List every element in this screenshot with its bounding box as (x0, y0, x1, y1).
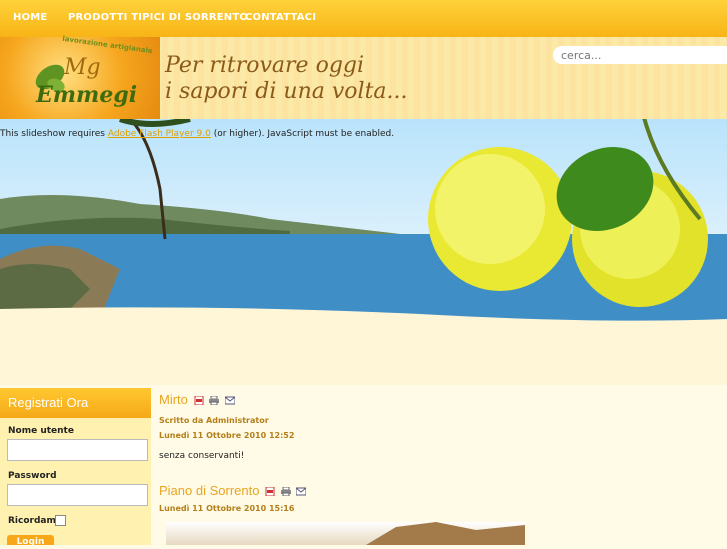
logo-mg: Mg (64, 55, 101, 80)
article-2: Piano di Sorrento (159, 483, 307, 498)
flash-notice: This slideshow requires Adobe Flash Play… (0, 129, 394, 139)
pdf-icon[interactable] (194, 396, 204, 405)
article-author: Scritto da Administrator (159, 416, 269, 425)
remember-label: Ricordami (8, 516, 59, 526)
top-navigation: HOME PRODOTTI TIPICI DI SORRENTO CONTATT… (0, 0, 727, 37)
nav-contattaci[interactable]: CONTATTACI (245, 12, 316, 23)
login-sidebar: Registrati Ora Nome utente Password Rico… (0, 388, 151, 547)
article-body: senza conservanti! (159, 451, 245, 461)
nav-prodotti[interactable]: PRODOTTI TIPICI DI SORRENTO (68, 12, 248, 23)
username-field[interactable] (7, 439, 148, 461)
banner-slideshow: This slideshow requires Adobe Flash Play… (0, 119, 727, 385)
flash-player-link[interactable]: Adobe Flash Player 9.0 (108, 129, 211, 139)
article-image (166, 522, 525, 545)
flash-notice-prefix: This slideshow requires (0, 129, 108, 139)
email-icon[interactable] (224, 396, 235, 405)
pdf-icon[interactable] (265, 487, 275, 496)
tagline-line-2: i sapori di una volta... (165, 79, 408, 104)
article-image-scenery (366, 522, 525, 545)
print-icon[interactable] (280, 487, 291, 496)
login-title: Registrati Ora (0, 388, 151, 418)
banner-scenery (0, 119, 727, 385)
logo-emmegi[interactable]: Emmegi (36, 82, 137, 108)
article-title[interactable]: Mirto (159, 392, 188, 407)
article-date: Lunedì 11 Ottobre 2010 12:52 (159, 431, 295, 440)
article-title[interactable]: Piano di Sorrento (159, 483, 259, 498)
tagline-line-1: Per ritrovare oggi (165, 53, 365, 78)
flash-notice-suffix: (or higher). JavaScript must be enabled. (210, 129, 395, 139)
email-icon[interactable] (296, 487, 307, 496)
nav-home[interactable]: HOME (13, 12, 47, 23)
password-field[interactable] (7, 484, 148, 506)
remember-checkbox[interactable] (55, 515, 66, 526)
login-button[interactable]: Login (7, 535, 54, 547)
username-label: Nome utente (8, 426, 74, 436)
article-date: Lunedì 11 Ottobre 2010 15:16 (159, 504, 295, 513)
article-1: Mirto (159, 392, 235, 407)
site-header: lavorazione artigianale Mg Emmegi Per ri… (0, 35, 727, 119)
main-content: Mirto Scritto da Administrator Lunedì 11… (159, 388, 719, 545)
password-label: Password (8, 471, 57, 481)
search-input[interactable] (553, 46, 727, 64)
print-icon[interactable] (209, 396, 220, 405)
